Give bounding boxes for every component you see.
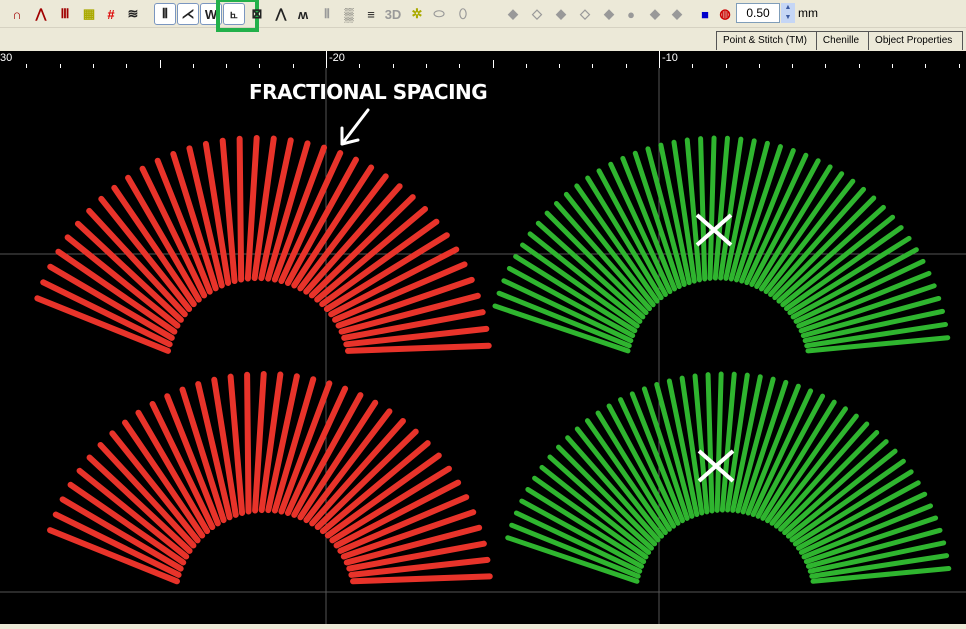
- stitch-line: [236, 135, 245, 283]
- shape-5-icon[interactable]: ◆: [598, 3, 620, 25]
- tab-object-properties[interactable]: Object Properties: [868, 31, 964, 50]
- tab-point-stitch[interactable]: Point & Stitch (TM): [716, 31, 818, 50]
- ruler-major-tick: [659, 51, 660, 68]
- tab-bar: Point & Stitch (TM) Chenille Object Prop…: [716, 31, 964, 50]
- ruler-tick: [160, 60, 161, 68]
- shape-7-icon[interactable]: ◆: [644, 3, 666, 25]
- stitch-line: [714, 371, 724, 513]
- frame-icon[interactable]: ⊠: [246, 3, 268, 25]
- outline-2-icon[interactable]: ⬯: [452, 3, 474, 25]
- zigzag-icon[interactable]: ⋀: [30, 3, 52, 25]
- jagged-icon[interactable]: ʍ: [292, 3, 314, 25]
- stitch-line: [698, 136, 708, 282]
- shape-4-icon[interactable]: ◇: [574, 3, 596, 25]
- 3d-icon[interactable]: 3D: [382, 3, 404, 25]
- stitch-line: [244, 371, 252, 515]
- ruler-major-tick: [326, 51, 327, 68]
- arrow-icon: [340, 108, 370, 146]
- ruler-tick: [493, 60, 494, 68]
- satin-icon[interactable]: ∩: [6, 3, 28, 25]
- fan-top-right-green[interactable]: [492, 135, 951, 354]
- color-square-circle-icon[interactable]: ■: [694, 3, 716, 25]
- shape-6-icon[interactable]: ●: [620, 3, 642, 25]
- pattern-icon[interactable]: ▒: [338, 3, 360, 25]
- radial-stitch-icon[interactable]: ⋌: [177, 3, 199, 25]
- step-icon[interactable]: Ⅲ: [54, 3, 76, 25]
- stitch-line: [705, 372, 715, 514]
- fill-icon[interactable]: ▦: [78, 3, 100, 25]
- unit-label: mm: [798, 6, 818, 20]
- column-icon[interactable]: Ⅱ: [316, 3, 338, 25]
- ruler-label: -20: [329, 52, 345, 64]
- stitch-line: [350, 573, 493, 585]
- toolbar: ∩ ⋀ Ⅲ ▦ # ≋ ⦀ ⋌ W ⦜ ⊠ ⋀ ʍ Ⅱ ▒ ≡ 3D ✲ ⬭ ⬯…: [0, 0, 966, 32]
- color-pattern-icon[interactable]: ◍: [714, 3, 736, 25]
- stitch-line: [707, 135, 717, 281]
- tab-chenille[interactable]: Chenille: [815, 31, 871, 50]
- wave-icon[interactable]: ≋: [122, 3, 144, 25]
- shape-2-icon[interactable]: ◇: [526, 3, 548, 25]
- design-canvas[interactable]: [0, 68, 966, 624]
- peak-icon[interactable]: ⋀: [270, 3, 292, 25]
- spacing-stepper[interactable]: ▲ ▼: [781, 3, 795, 23]
- shape-8-icon[interactable]: ◆: [666, 3, 688, 25]
- shape-1-icon[interactable]: ◆: [502, 3, 524, 25]
- canvas-svg: [0, 68, 966, 624]
- lines-icon[interactable]: ≡: [360, 3, 382, 25]
- fan-top-left-red[interactable]: [34, 135, 492, 354]
- ruler-label: -10: [662, 52, 678, 64]
- shape-3-icon[interactable]: ◆: [550, 3, 572, 25]
- grid-fill-icon[interactable]: #: [100, 3, 122, 25]
- stitch-line: [344, 342, 492, 354]
- ruler-label: 30: [0, 52, 13, 64]
- spacing-input[interactable]: 0.50: [736, 3, 780, 23]
- fan-bottom-left-red[interactable]: [47, 371, 493, 585]
- sparkle-icon[interactable]: ✲: [406, 3, 428, 25]
- parallel-stitch-icon[interactable]: ⦀: [154, 3, 176, 25]
- horizontal-ruler[interactable]: 30 -20 -10: [0, 51, 966, 68]
- annotation-label: FRACTIONAL SPACING: [249, 80, 488, 104]
- outline-icon[interactable]: ⬭: [428, 3, 450, 25]
